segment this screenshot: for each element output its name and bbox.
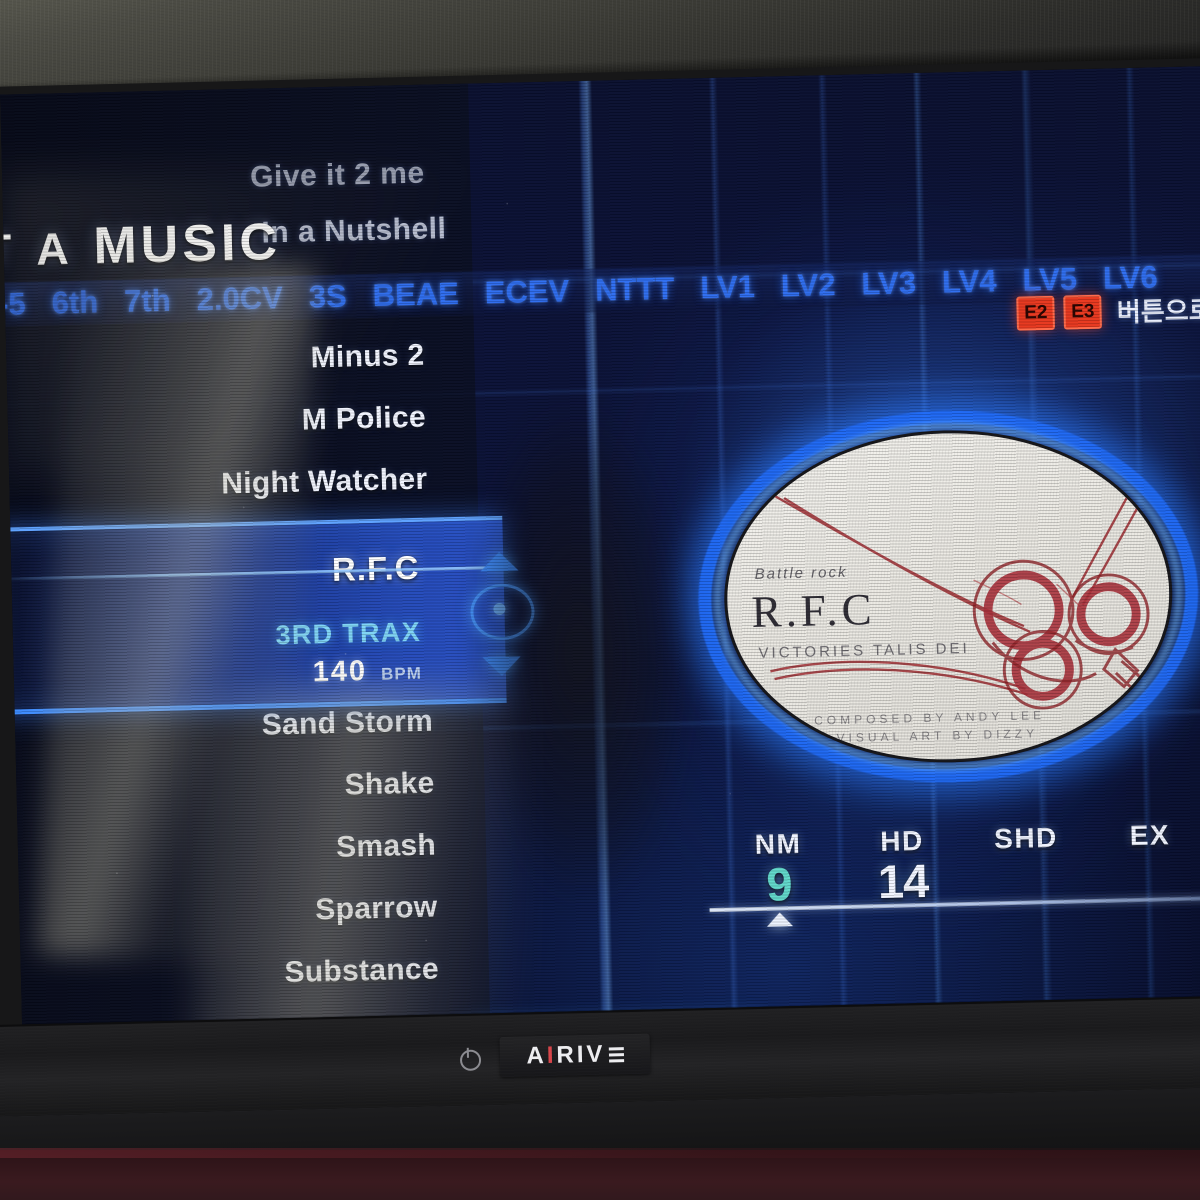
category-tab-2-0cv[interactable]: 2.0CV (183, 280, 296, 319)
brand-letter: I (546, 1041, 556, 1069)
difficulty-selector[interactable]: NM 9 HD 14 SHD EX (700, 818, 1200, 946)
keycap-e2[interactable]: E2 (1016, 295, 1056, 331)
difficulty-shd[interactable]: SHD (966, 821, 1087, 858)
category-hint-row: E2 E3 버튼으로 카테 (1016, 289, 1200, 332)
difficulty-value: 14 (877, 853, 929, 909)
brand-logo: AIRIV (499, 1033, 651, 1078)
difficulty-hd[interactable]: HD 14 (842, 824, 964, 909)
brand-letter: R (556, 1041, 577, 1069)
ghost-song-title-top: Give it 2 me (249, 156, 425, 194)
difficulty-selected-marker (766, 912, 793, 927)
page-title-prefix: T A (0, 222, 75, 277)
category-tab-7th[interactable]: 7th (111, 282, 184, 320)
selected-song-title: R.F.C (331, 548, 420, 588)
scroll-up-icon[interactable] (480, 551, 519, 572)
album-jacket: Battle rock R.F.C VICTORIES TALIS DEI CO… (693, 404, 1200, 789)
song-list-item[interactable]: Night Watcher (9, 447, 480, 520)
brand-letter: A (526, 1042, 547, 1070)
category-tab-lv1[interactable]: LV1 (687, 269, 768, 307)
category-tab-ecev[interactable]: ECEV (471, 273, 582, 312)
category-tab-lv4[interactable]: LV4 (929, 263, 1010, 301)
category-tab--5[interactable]: -5 (0, 286, 39, 323)
difficulty-label: SHD (993, 821, 1059, 855)
jacket-subtitle: Battle rock (754, 563, 848, 583)
category-tab-3s[interactable]: 3S (295, 278, 360, 315)
page-title-main: MUSIC (92, 213, 282, 276)
selected-song-bpm-value: 140 (312, 655, 368, 689)
song-list-item[interactable]: Minus 2 (6, 323, 477, 396)
selected-song-bpm-label: BPM (380, 663, 423, 684)
category-tab-lv3[interactable]: LV3 (848, 265, 929, 303)
monitor-screen: Give it 2 me In a Nutshell T A MUSIC -5 6… (0, 65, 1200, 1025)
song-list-item[interactable]: Sparrow (19, 875, 490, 948)
difficulty-label: EX (1129, 819, 1171, 852)
brand-letter: V (586, 1040, 605, 1069)
desk-edge-highlight (0, 1148, 1200, 1158)
brand-e-bars-icon (608, 1046, 624, 1063)
power-icon[interactable] (459, 1049, 482, 1072)
difficulty-value: 9 (765, 857, 793, 911)
keycap-e3[interactable]: E3 (1063, 294, 1103, 330)
selected-song-pack: 3RD TRAX (275, 616, 422, 651)
song-list-item[interactable]: Substance (20, 937, 491, 1010)
monitor-body: Give it 2 me In a Nutshell T A MUSIC -5 6… (0, 56, 1200, 1200)
category-tab-nttt[interactable]: NTTT (582, 270, 688, 308)
song-list-item[interactable]: Shake (16, 751, 487, 824)
selected-song-bpm-row: 140 BPM (312, 654, 422, 690)
scroll-down-icon[interactable] (482, 656, 522, 677)
song-list-item[interactable]: M Police (7, 385, 478, 458)
page-title: T A MUSIC (0, 212, 281, 279)
difficulty-ex[interactable]: EX (1090, 818, 1200, 855)
selected-song-row[interactable]: R.F.C 3RD TRAX 140 BPM (0, 515, 507, 715)
category-tab-6th[interactable]: 6th (38, 284, 111, 322)
hint-text: 버튼으로 카테 (1116, 294, 1200, 328)
category-tab-beae[interactable]: BEAE (359, 276, 472, 315)
brand-letter: I (576, 1041, 586, 1069)
category-tab-lv2[interactable]: LV2 (767, 267, 848, 305)
list-navigation-control[interactable] (466, 545, 539, 677)
ghost-song-title-mid: In a Nutshell (261, 212, 447, 250)
photo-scene: Give it 2 me In a Nutshell T A MUSIC -5 6… (0, 0, 1200, 1200)
difficulty-value (966, 855, 1086, 858)
jacket-artwork: Battle rock R.F.C VICTORIES TALIS DEI CO… (720, 425, 1177, 768)
song-list-item[interactable]: Smash (17, 813, 488, 886)
jacket-title: R.F.C (750, 584, 877, 638)
difficulty-nm[interactable]: NM 9 (718, 827, 840, 927)
